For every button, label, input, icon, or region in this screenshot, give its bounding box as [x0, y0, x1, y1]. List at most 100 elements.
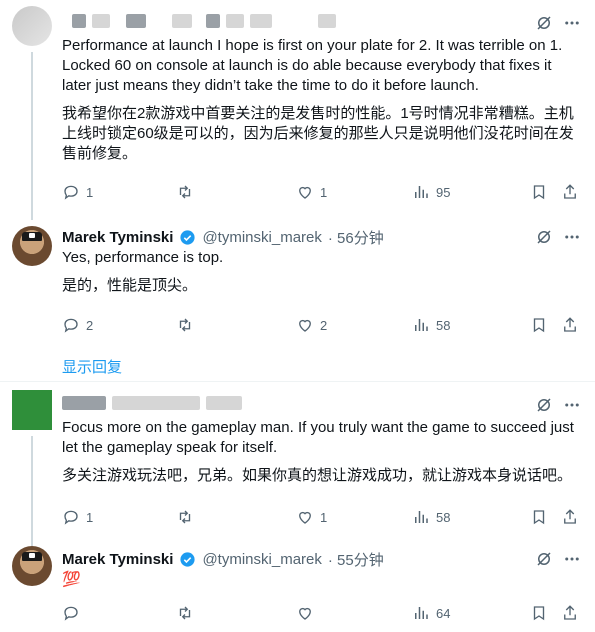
- redacted-name: [92, 14, 110, 28]
- avatar[interactable]: [12, 226, 52, 266]
- bookmark-button[interactable]: [530, 508, 548, 526]
- reply-icon: [64, 318, 78, 333]
- redacted-name: [72, 14, 86, 28]
- grok-icon[interactable]: [535, 228, 553, 246]
- share-button[interactable]: [561, 183, 579, 201]
- views-count: 95: [436, 184, 451, 200]
- share-button[interactable]: [561, 508, 579, 526]
- redacted-handle: [206, 14, 220, 28]
- views-icon: [415, 319, 428, 331]
- share-icon: [564, 317, 576, 332]
- avatar[interactable]: [12, 6, 52, 46]
- heart-icon: [299, 511, 311, 524]
- views-button[interactable]: 95: [412, 183, 450, 201]
- more-icon[interactable]: [563, 396, 581, 414]
- views-count: 58: [436, 509, 451, 525]
- post-text-translation: 是的，性能是顶尖。: [62, 277, 198, 294]
- post-header: [62, 10, 336, 32]
- like-button[interactable]: [296, 604, 314, 622]
- verified-badge-icon: [180, 551, 196, 567]
- avatar[interactable]: [12, 546, 52, 586]
- action-bar: 1 1 58: [62, 508, 587, 528]
- redacted-name: [126, 14, 146, 28]
- views-icon: [415, 607, 428, 619]
- retweet-icon: [179, 510, 191, 524]
- post-time[interactable]: · 55分钟: [328, 549, 384, 570]
- redacted-time: [318, 14, 336, 28]
- retweet-button[interactable]: [176, 183, 194, 201]
- bookmark-button[interactable]: [530, 183, 548, 201]
- reply-icon: [64, 510, 78, 525]
- verified-badge-icon: [180, 229, 196, 245]
- share-button[interactable]: [561, 316, 579, 334]
- reply-icon: [64, 185, 78, 200]
- tweet-post[interactable]: Performance at launch I hope is first on…: [0, 0, 595, 220]
- username-handle[interactable]: @tyminski_marek: [202, 551, 321, 568]
- avatar[interactable]: [12, 390, 52, 430]
- retweet-icon: [179, 318, 191, 332]
- views-icon: [415, 511, 428, 523]
- views-button[interactable]: 58: [412, 508, 450, 526]
- grok-icon[interactable]: [535, 396, 553, 414]
- reply-button[interactable]: [62, 604, 80, 622]
- retweet-icon: [179, 185, 191, 199]
- redacted-time: [206, 396, 242, 410]
- redacted-handle: [112, 396, 200, 410]
- show-replies-link[interactable]: 显示回复: [62, 356, 122, 377]
- more-icon[interactable]: [563, 550, 581, 568]
- grok-icon[interactable]: [535, 14, 553, 32]
- views-icon: [415, 186, 428, 198]
- reply-button[interactable]: 1: [62, 508, 93, 526]
- like-button[interactable]: 1: [296, 183, 327, 201]
- retweet-icon: [179, 606, 191, 620]
- post-header: [62, 392, 242, 414]
- retweet-button[interactable]: [176, 316, 194, 334]
- post-time[interactable]: · 56分钟: [328, 227, 384, 248]
- bookmark-icon: [533, 318, 545, 333]
- redacted-name: [62, 396, 106, 410]
- reply-count: 2: [86, 317, 94, 333]
- post-text-en: Yes, performance is top.: [62, 249, 224, 266]
- share-button[interactable]: [561, 604, 579, 622]
- display-name[interactable]: Marek Tyminski: [62, 551, 173, 568]
- reply-icon: [64, 606, 78, 621]
- post-text-translation: 多关注游戏玩法吧，兄弟。如果你真的想让游戏成功，就让游戏本身说话吧。: [62, 467, 573, 484]
- like-count: 2: [320, 317, 328, 333]
- views-button[interactable]: 64: [412, 604, 450, 622]
- redacted-handle: [172, 14, 192, 28]
- like-button[interactable]: 1: [296, 508, 327, 526]
- tweet-reply[interactable]: Marek Tyminski @tyminski_marek · 56分钟 Ye…: [0, 220, 595, 352]
- grok-icon[interactable]: [535, 550, 553, 568]
- more-icon[interactable]: [563, 14, 581, 32]
- more-icon[interactable]: [563, 228, 581, 246]
- action-bar: 64: [62, 604, 587, 624]
- action-bar: 1 1 95: [62, 183, 587, 203]
- display-name[interactable]: Marek Tyminski: [62, 229, 173, 246]
- views-button[interactable]: 58: [412, 316, 450, 334]
- retweet-button[interactable]: [176, 508, 194, 526]
- post-header: Marek Tyminski @tyminski_marek · 55分钟: [62, 548, 384, 570]
- post-text-translation: 我希望你在2款游戏中首要关注的是发售时的性能。1号时情况非常糟糕。主机上线时锁定…: [62, 105, 574, 162]
- bookmark-button[interactable]: [530, 604, 548, 622]
- tweet-reply[interactable]: Marek Tyminski @tyminski_marek · 55分钟 💯 …: [0, 540, 595, 632]
- retweet-button[interactable]: [176, 604, 194, 622]
- reply-button[interactable]: 1: [62, 183, 93, 201]
- post-text-en: Focus more on the gameplay man. If you t…: [62, 419, 579, 456]
- bookmark-icon: [533, 510, 545, 525]
- bookmark-icon: [533, 185, 545, 200]
- reply-count: 1: [86, 509, 94, 525]
- tweet-post[interactable]: Focus more on the gameplay man. If you t…: [0, 382, 595, 546]
- username-handle[interactable]: @tyminski_marek: [202, 229, 321, 246]
- action-bar: 2 2 58: [62, 316, 587, 336]
- like-button[interactable]: 2: [296, 316, 327, 334]
- share-icon: [564, 509, 576, 524]
- views-count: 64: [436, 605, 451, 621]
- thread-line: [31, 436, 33, 546]
- reply-button[interactable]: 2: [62, 316, 93, 334]
- hat-emblem: [29, 553, 35, 558]
- bookmark-icon: [533, 606, 545, 621]
- post-text-emoji: 💯: [62, 571, 81, 588]
- bookmark-button[interactable]: [530, 316, 548, 334]
- redacted-time: [250, 14, 272, 28]
- post-text-en: Performance at launch I hope is first on…: [62, 37, 567, 94]
